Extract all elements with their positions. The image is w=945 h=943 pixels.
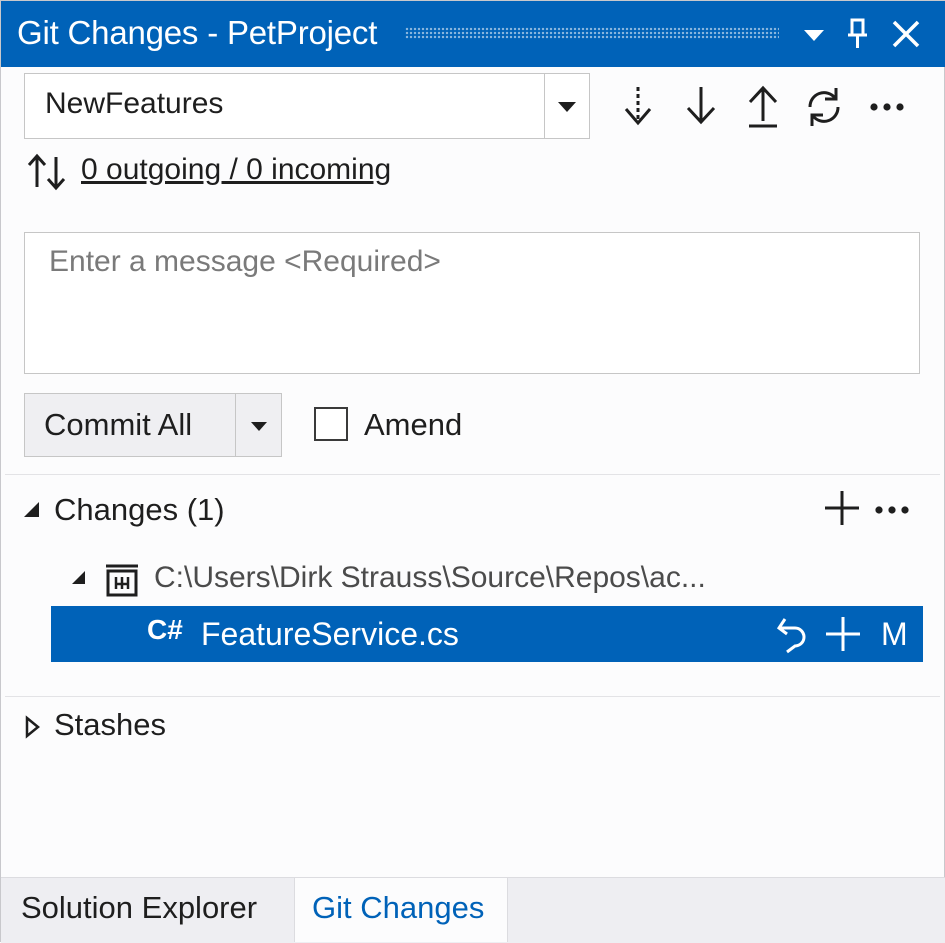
- commit-options-dropdown[interactable]: [235, 394, 282, 456]
- commit-message-input[interactable]: [25, 233, 919, 373]
- window-title: Git Changes - PetProject: [17, 14, 378, 51]
- chevron-down-icon: [558, 102, 576, 112]
- tab-git-changes[interactable]: Git Changes: [294, 878, 508, 942]
- push-icon: [748, 85, 778, 128]
- repository-icon: [106, 564, 138, 597]
- close-icon: [892, 20, 920, 48]
- window-position-button[interactable]: [795, 15, 833, 53]
- tab-label: Solution Explorer: [21, 890, 258, 925]
- section-divider: [5, 696, 940, 697]
- changes-header[interactable]: Changes (1): [54, 492, 225, 528]
- sync-icon: [808, 88, 840, 126]
- stage-file-icon[interactable]: [823, 614, 863, 654]
- outgoing-incoming-link[interactable]: 0 outgoing / 0 incoming: [81, 153, 391, 187]
- close-button[interactable]: [887, 15, 925, 53]
- title-bar-grip[interactable]: [405, 27, 779, 39]
- csharp-file-icon: C#: [147, 614, 183, 645]
- stage-all-icon[interactable]: [821, 487, 863, 529]
- undo-changes-icon[interactable]: [771, 614, 811, 654]
- commit-all-button[interactable]: Commit All: [25, 394, 235, 456]
- tab-solution-explorer[interactable]: Solution Explorer: [1, 878, 293, 942]
- more-icon: [870, 103, 904, 111]
- amend-label: Amend: [364, 407, 463, 442]
- section-divider: [5, 474, 940, 475]
- stashes-header[interactable]: Stashes: [54, 707, 166, 743]
- branch-selector[interactable]: NewFeatures: [24, 73, 590, 139]
- file-status-badge: M: [881, 616, 908, 652]
- pin-button[interactable]: [839, 15, 877, 53]
- branch-dropdown-button[interactable]: [544, 74, 589, 138]
- pin-icon: [848, 18, 867, 48]
- changed-file-name: FeatureService.cs: [201, 616, 459, 652]
- fetch-button[interactable]: [615, 81, 661, 133]
- changed-file-row[interactable]: C# FeatureService.cs M: [51, 606, 923, 662]
- commit-all-split-button[interactable]: Commit All: [24, 393, 282, 457]
- collapse-changes-icon[interactable]: [21, 499, 43, 521]
- collapse-repo-icon[interactable]: [69, 568, 89, 588]
- sync-button[interactable]: [801, 81, 847, 133]
- git-changes-window: Git Changes - PetProject NewFeatures 0 o…: [0, 0, 945, 943]
- tool-window-tabs: Solution Explorer Git Changes: [1, 877, 945, 943]
- chevron-down-icon: [251, 422, 267, 431]
- changes-more-icon[interactable]: [871, 487, 915, 529]
- tab-label: Git Changes: [312, 890, 485, 925]
- push-button[interactable]: [740, 81, 786, 133]
- more-actions-button[interactable]: [865, 81, 911, 133]
- fetch-icon: [624, 87, 652, 126]
- repository-path[interactable]: C:\Users\Dirk Strauss\Source\Repos\ac...: [154, 561, 706, 595]
- branch-name: NewFeatures: [45, 87, 224, 120]
- title-bar[interactable]: Git Changes - PetProject: [1, 1, 945, 67]
- commit-all-label: Commit All: [44, 407, 193, 442]
- expand-stashes-icon[interactable]: [23, 715, 41, 739]
- amend-checkbox[interactable]: [314, 407, 348, 441]
- commit-message-box[interactable]: [24, 232, 920, 374]
- pull-icon: [686, 87, 716, 125]
- pull-button[interactable]: [678, 81, 724, 133]
- chevron-down-icon: [804, 30, 824, 41]
- outgoing-incoming-icon: [27, 153, 66, 191]
